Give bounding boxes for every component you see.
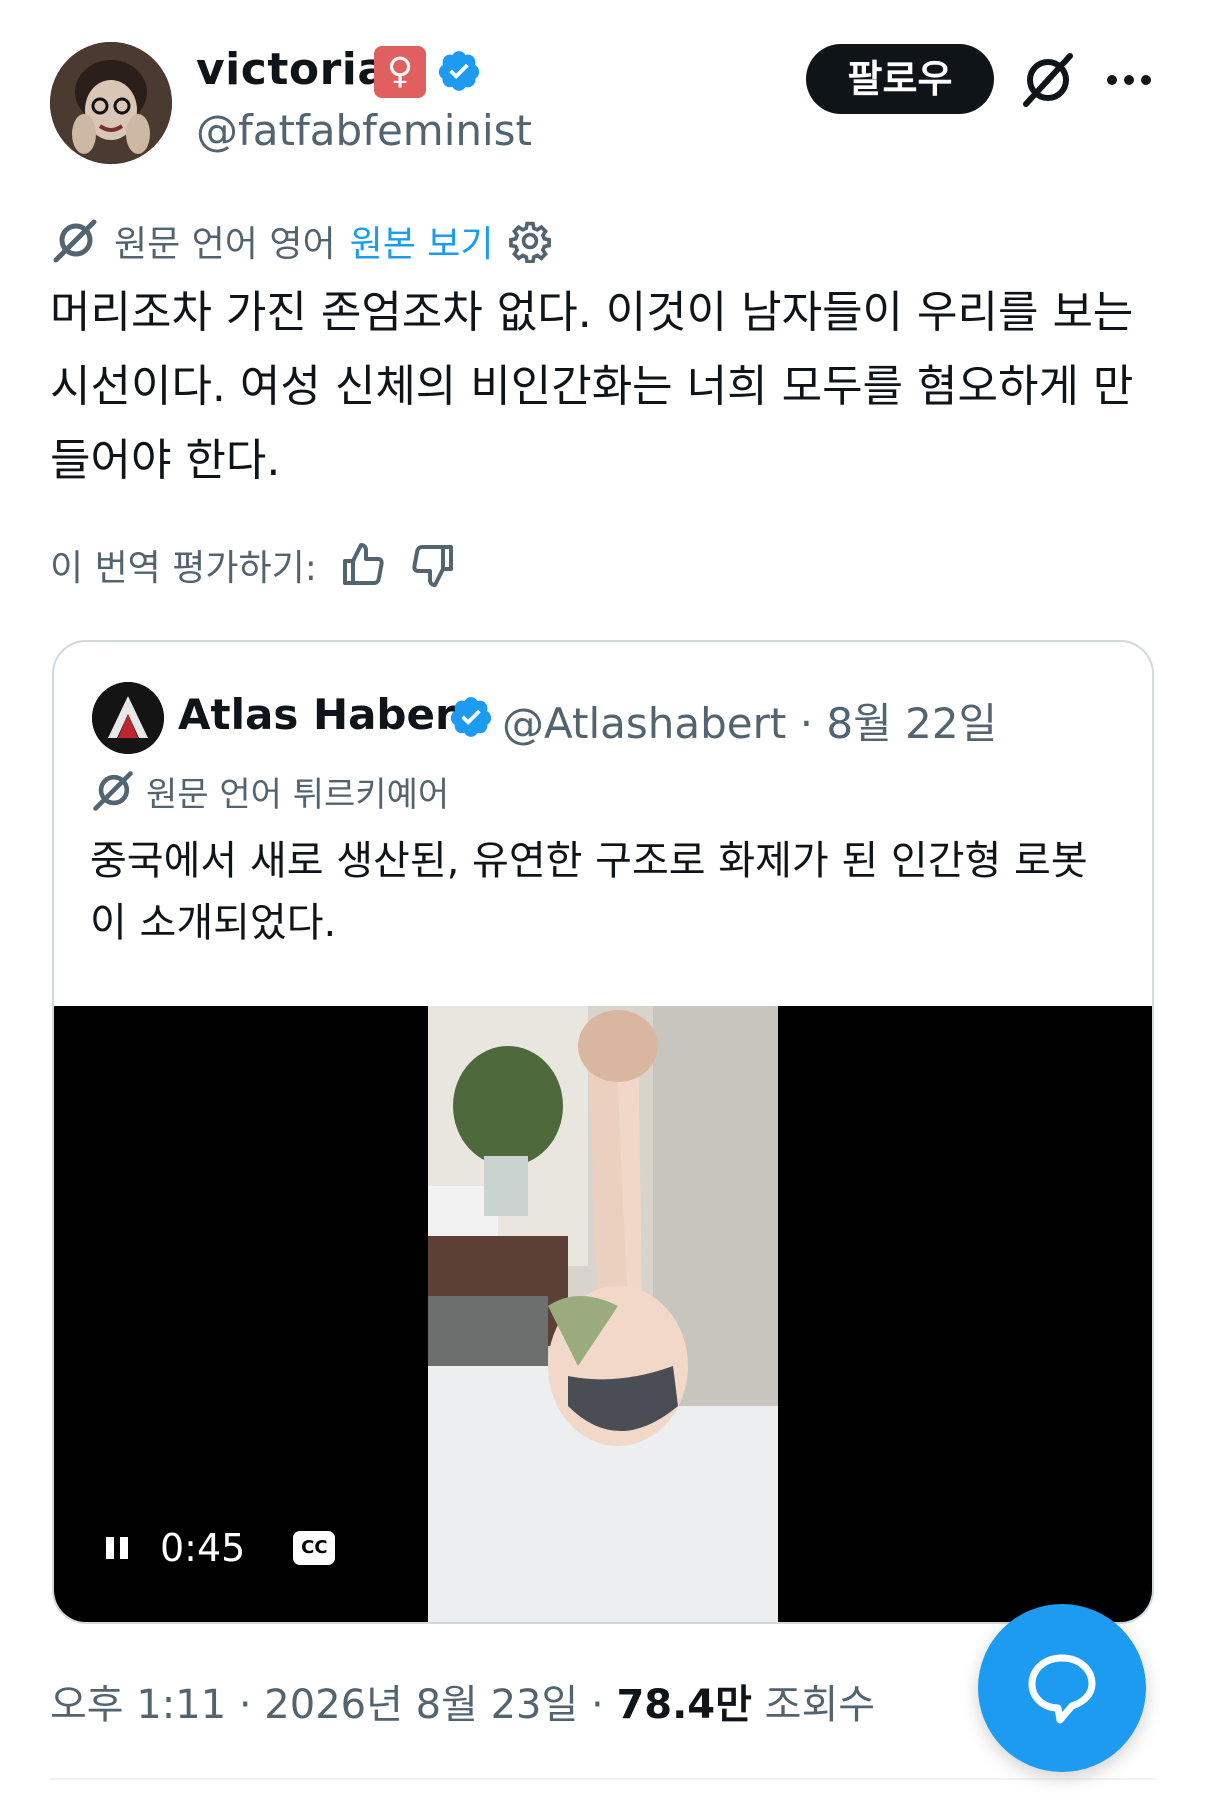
grok-translate-icon [93,771,133,811]
rating-label: 이 번역 평가하기: [50,548,317,589]
quoted-display-name[interactable]: Atlas Haber [178,690,456,739]
display-name[interactable]: victoria [196,44,388,95]
separator-dot: · [799,699,827,748]
tweet-date[interactable]: 2026년 8월 23일 [264,1682,578,1728]
thumbs-up-icon[interactable] [339,541,387,589]
divider [50,1778,1156,1780]
translation-rating: 이 번역 평가하기: [50,540,457,590]
quoted-date[interactable]: 8월 22일 [826,699,997,748]
closed-captions-button[interactable]: CC [293,1531,336,1565]
tweet-time[interactable]: 오후 1:11 [50,1682,226,1728]
quoted-avatar[interactable] [92,682,164,754]
quoted-source-language: 원문 언어 튀르키예어 [146,774,450,815]
quoted-tweet-card[interactable]: Atlas Haber @Atlashabert · 8월 22일 원문 언어 … [52,640,1154,1624]
grok-icon[interactable] [1018,50,1078,110]
quoted-text: 중국에서 새로 생산된, 유연한 구조로 화제가 된 인간형 로봇이 소개되었다… [90,838,1088,946]
gear-icon[interactable] [508,219,552,263]
avatar[interactable] [50,42,172,164]
user-handle[interactable]: @fatfabfeminist [196,106,532,155]
video-time: 0:45 [160,1526,246,1570]
female-symbol-badge: ♀ [374,46,426,98]
video-player[interactable]: 0:45 CC [54,1006,1152,1622]
quoted-meta: @Atlashabert · 8월 22일 [502,690,997,751]
video-controls: 0:45 CC [104,1518,336,1578]
views-label: 조회수 [764,1682,876,1728]
view-original-link[interactable]: 원본 보기 [350,215,494,267]
follow-button[interactable]: 팔로우 [806,44,994,114]
source-language-label: 원문 언어 영어 [114,224,336,265]
quoted-handle[interactable]: @Atlashabert [502,699,786,748]
tweet-meta: 오후 1:11 · 2026년 8월 23일 · 78.4만 조회수 [50,1672,875,1730]
video-frame[interactable] [428,1006,778,1622]
grok-translate-icon [53,219,97,263]
separator-dot: · [238,1682,265,1728]
separator-dot: · [591,1682,617,1728]
chat-bubble-icon [1028,1654,1096,1724]
pause-icon[interactable] [104,1533,132,1563]
compose-fab-button[interactable] [978,1604,1146,1772]
thumbs-down-icon[interactable] [409,541,457,589]
more-options-icon[interactable] [1104,70,1154,90]
quoted-translation-info: 원문 언어 튀르키예어 [90,766,449,816]
views-count: 78.4만 [616,1682,752,1728]
tweet-text: 머리조차 가진 존엄조차 없다. 이것이 남자들이 우리를 보는 시선이다. 여… [50,287,1134,486]
translation-info: 원문 언어 영어 원본 보기 [50,216,552,266]
quoted-verified-badge-icon [448,694,494,744]
verified-badge-icon[interactable] [436,48,482,98]
